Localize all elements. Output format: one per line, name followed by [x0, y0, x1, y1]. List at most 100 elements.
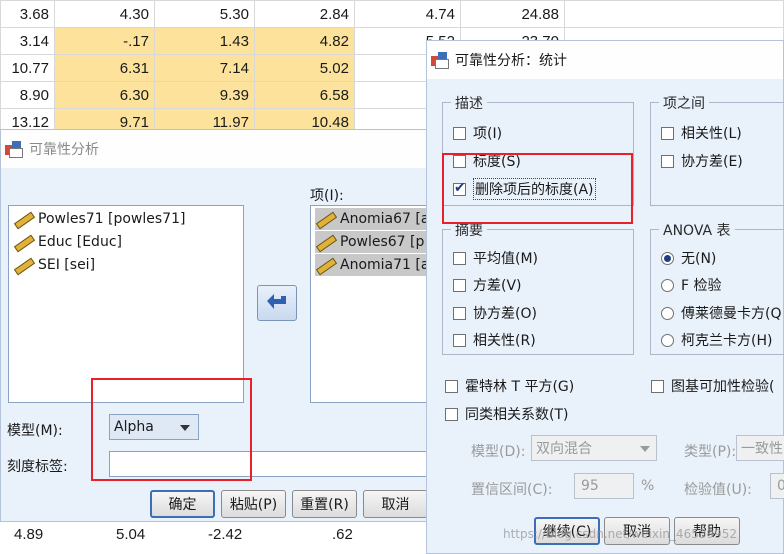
arrow-left-icon	[267, 294, 286, 309]
checkbox[interactable]	[445, 407, 458, 421]
anova-cochran-radio[interactable]: 柯克兰卡方(H)	[661, 330, 772, 350]
hotelling-checkbox[interactable]: 霍特林 T 平方(G)	[445, 376, 574, 396]
cell[interactable]: 4.82	[254, 27, 355, 55]
anova-f-test-radio[interactable]: F 检验	[661, 275, 722, 295]
tukey-checkbox[interactable]: 图基可加性检验(	[651, 376, 774, 396]
icc-model-label: 模型(D):	[471, 444, 526, 460]
list-item-label: Powles67 [p	[340, 234, 425, 250]
dialog-titlebar[interactable]: 可靠性分析	[1, 130, 439, 168]
summary-correlations-checkbox[interactable]: 相关性(R)	[453, 330, 536, 350]
list-item-label: Powles71 [powles71]	[38, 211, 186, 227]
highlight-box	[442, 153, 633, 224]
list-item[interactable]: Educ [Educ]	[13, 231, 122, 253]
cell[interactable]: 4.89	[14, 526, 43, 543]
cell[interactable]: 4.30	[54, 0, 155, 28]
paste-button[interactable]: 粘贴(P)	[221, 490, 286, 518]
checkbox[interactable]	[661, 154, 674, 168]
inter-item-covariances-checkbox[interactable]: 协方差(E)	[661, 151, 743, 171]
icc-model-select[interactable]: 双向混合	[531, 435, 657, 461]
checkbox[interactable]	[661, 126, 674, 140]
cell[interactable]: .62	[332, 526, 353, 543]
inter-item-correlations-checkbox[interactable]: 相关性(L)	[661, 123, 742, 143]
means-checkbox[interactable]: 平均值(M)	[453, 248, 538, 268]
percent-unit: %	[641, 478, 655, 494]
checkbox[interactable]	[453, 333, 466, 347]
checkbox[interactable]	[453, 306, 466, 320]
cell[interactable]: 4.74	[354, 0, 461, 28]
cell[interactable]: 6.30	[54, 81, 155, 109]
checkbox-label: 霍特林 T 平方(G)	[465, 379, 575, 395]
dialog-titlebar[interactable]: 可靠性分析：统计	[427, 41, 783, 79]
checkbox[interactable]	[445, 379, 458, 393]
list-item[interactable]: Powles71 [powles71]	[13, 208, 185, 230]
test-value-input[interactable]: 0	[770, 473, 784, 499]
cell[interactable]: -.17	[54, 27, 155, 55]
checkbox[interactable]	[453, 251, 466, 265]
anova-none-radio[interactable]: 无(N)	[661, 248, 716, 268]
radio-button[interactable]	[661, 278, 674, 292]
list-item-label: SEI [sei]	[38, 257, 96, 273]
items-label: 项(I):	[310, 188, 344, 204]
checkbox[interactable]	[651, 379, 664, 393]
cell[interactable]: 10.77	[0, 54, 55, 82]
watermark: https://blog.csdn.net/weixin_46539952	[503, 527, 738, 541]
summaries-group: 摘要 平均值(M) 方差(V) 协方差(O) 相关性(R)	[442, 220, 634, 355]
scale-variable-icon	[13, 235, 33, 249]
highlight-box	[91, 378, 252, 481]
confidence-interval-input[interactable]: 95	[574, 473, 634, 499]
list-item-label: Educ [Educ]	[38, 234, 122, 250]
move-left-button[interactable]	[257, 285, 297, 321]
cell[interactable]: 5.04	[116, 526, 145, 543]
spss-app-icon	[431, 52, 449, 69]
radio-button[interactable]	[661, 251, 674, 265]
radio-label: 无(N)	[681, 251, 717, 267]
cancel-button[interactable]: 取消	[363, 490, 428, 518]
test-value-label: 检验值(U):	[684, 482, 752, 498]
cell[interactable]: 5.02	[254, 54, 355, 82]
cell[interactable]: 6.58	[254, 81, 355, 109]
radio-label: F 检验	[681, 278, 722, 294]
cell[interactable]: 3.68	[0, 0, 55, 28]
cell[interactable]: 1.43	[154, 27, 255, 55]
cell[interactable]: 24.88	[460, 0, 565, 28]
cell[interactable]: -2.42	[208, 526, 242, 543]
cell[interactable]: 9.39	[154, 81, 255, 109]
reliability-dialog: 可靠性分析 Powles71 [powles71] Educ [Educ] SE…	[0, 129, 455, 522]
source-variable-list[interactable]: Powles71 [powles71] Educ [Educ] SEI [sei…	[8, 205, 244, 403]
icc-model-value: 双向混合	[536, 441, 592, 457]
spss-app-icon	[5, 141, 23, 158]
reset-button[interactable]: 重置(R)	[292, 490, 357, 518]
icc-type-select[interactable]: 一致性	[736, 435, 784, 461]
table-row: 3.68 4.30 5.30 2.84 4.74 24.88	[0, 0, 784, 28]
confidence-interval-label: 置信区间(C):	[471, 482, 553, 498]
checkbox[interactable]	[453, 126, 466, 140]
cell[interactable]: 7.14	[154, 54, 255, 82]
checkbox[interactable]	[453, 278, 466, 292]
radio-label: 柯克兰卡方(H)	[681, 333, 773, 349]
icc-type-value: 一致性	[741, 441, 783, 457]
items-list[interactable]: Anomia67 [a Powles67 [p Anomia71 [a	[310, 205, 455, 403]
scale-variable-icon	[315, 235, 335, 249]
cell[interactable]: 8.90	[0, 81, 55, 109]
cell[interactable]: 6.31	[54, 54, 155, 82]
dialog-title: 可靠性分析	[29, 142, 99, 158]
cell[interactable]: 5.30	[154, 0, 255, 28]
variances-checkbox[interactable]: 方差(V)	[453, 275, 522, 295]
cell[interactable]	[564, 0, 784, 28]
scale-variable-icon	[13, 212, 33, 226]
radio-button[interactable]	[661, 306, 674, 320]
chevron-down-icon	[640, 446, 650, 452]
ok-button[interactable]: 确定	[150, 490, 215, 518]
cell[interactable]: 2.84	[254, 0, 355, 28]
icc-checkbox[interactable]: 同类相关系数(T)	[445, 404, 568, 424]
list-item[interactable]: SEI [sei]	[13, 254, 95, 276]
inter-item-group: 项之间 相关性(L) 协方差(E)	[650, 93, 784, 206]
checkbox-label: 协方差(O)	[473, 306, 537, 322]
radio-button[interactable]	[661, 333, 674, 347]
scale-variable-icon	[13, 258, 33, 272]
item-checkbox[interactable]: 项(I)	[453, 123, 502, 143]
anova-friedman-radio[interactable]: 傅莱德曼卡方(Q	[661, 303, 781, 323]
cell[interactable]: 3.14	[0, 27, 55, 55]
scale-label-label: 刻度标签:	[7, 459, 68, 475]
summary-covariances-checkbox[interactable]: 协方差(O)	[453, 303, 537, 323]
